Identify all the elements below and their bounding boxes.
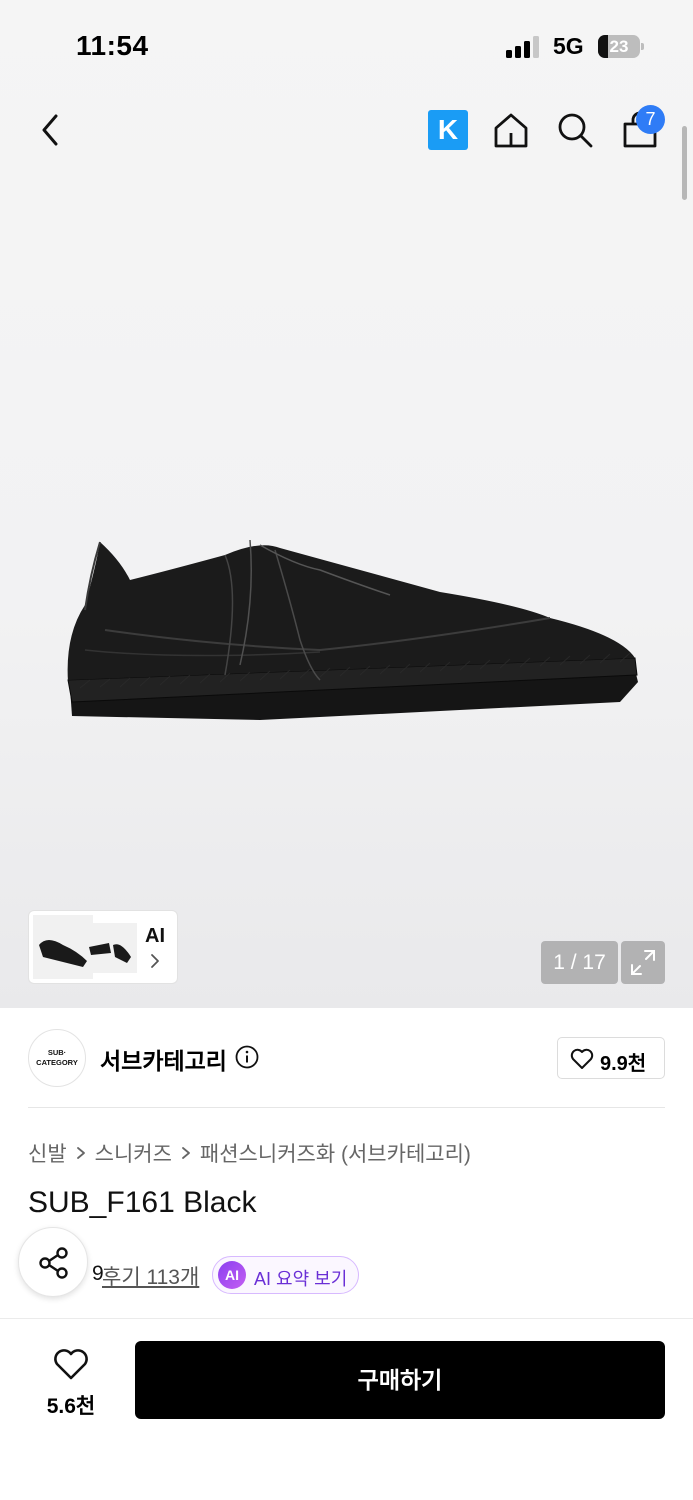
search-icon <box>558 113 593 148</box>
status-time: 11:54 <box>76 30 149 61</box>
chevron-right-icon <box>151 954 159 968</box>
brand-logo-line2: CATEGORY <box>36 1058 78 1067</box>
ai-badge: AI <box>218 1261 246 1289</box>
product-title: SUB_F161 Black <box>28 1186 257 1219</box>
kakao-k-logo[interactable]: K <box>428 110 468 150</box>
heart-icon <box>54 1349 88 1380</box>
buy-button[interactable]: 구매하기 <box>135 1341 665 1419</box>
ai-summary-label: AI 요약 보기 <box>254 1269 348 1289</box>
chevron-right-icon <box>182 1147 190 1159</box>
info-icon[interactable] <box>235 1045 259 1069</box>
brand-logo-line1: SUB· <box>47 1048 67 1057</box>
wishlist-count: 5.6천 <box>46 1395 96 1418</box>
scrollbar[interactable] <box>682 126 687 200</box>
ai-summary-button[interactable]: AI AI 요약 보기 <box>212 1256 359 1294</box>
chevron-left-icon <box>42 114 58 146</box>
ai-label: AI <box>145 925 165 947</box>
home-button[interactable] <box>491 110 531 150</box>
search-button[interactable] <box>555 110 595 150</box>
image-counter: 1 / 17 <box>541 941 618 984</box>
share-icon <box>39 1247 68 1279</box>
thumbnail-shoe-side[interactable] <box>33 915 93 979</box>
bottom-action-bar: 5.6천 구매하기 <box>0 1318 693 1500</box>
status-bar: 11:54 5G 23 <box>0 0 693 90</box>
home-icon <box>494 113 528 148</box>
review-row: 9 후기 113개 AI AI 요약 보기 <box>28 1256 668 1294</box>
network-label: 5G <box>553 33 584 59</box>
signal-icon <box>506 36 542 58</box>
breadcrumb-item[interactable]: 패션스니커즈화 (서브카테고리) <box>200 1138 471 1168</box>
fullscreen-button[interactable] <box>621 941 665 984</box>
brand-like-count: 9.9천 <box>600 1053 647 1075</box>
battery-level: 23 <box>609 37 629 56</box>
wishlist-button[interactable]: 5.6천 <box>28 1343 114 1423</box>
expand-icon <box>631 950 655 975</box>
breadcrumb: 신발 스니커즈 패션스니커즈화 (서브카테고리) <box>28 1140 471 1166</box>
brand-name[interactable]: 서브카테고리 <box>100 1042 227 1076</box>
ai-photo-thumbnails[interactable]: AI <box>28 910 178 984</box>
brand-like-button[interactable]: 9.9천 <box>557 1037 665 1079</box>
brand-row: SUB· CATEGORY 서브카테고리 9.9천 <box>0 1008 693 1108</box>
product-gallery[interactable]: 11:54 5G 23 K 7 AI 1 / 17 <box>0 0 693 1008</box>
breadcrumb-item[interactable]: 스니커즈 <box>95 1138 172 1168</box>
share-button[interactable] <box>18 1227 88 1297</box>
heart-icon <box>570 1048 594 1069</box>
chevron-right-icon <box>76 1147 85 1159</box>
battery-icon: 23 <box>598 35 644 58</box>
thumbnail-shoe-pair[interactable] <box>87 923 137 973</box>
shoe-product-image <box>67 539 638 720</box>
divider <box>28 1107 665 1108</box>
brand-logo[interactable]: SUB· CATEGORY <box>28 1029 86 1087</box>
breadcrumb-item[interactable]: 신발 <box>28 1138 67 1168</box>
review-count-link[interactable]: 후기 113개 <box>102 1261 199 1291</box>
cart-count-badge: 7 <box>636 105 665 134</box>
back-button[interactable] <box>32 108 68 152</box>
